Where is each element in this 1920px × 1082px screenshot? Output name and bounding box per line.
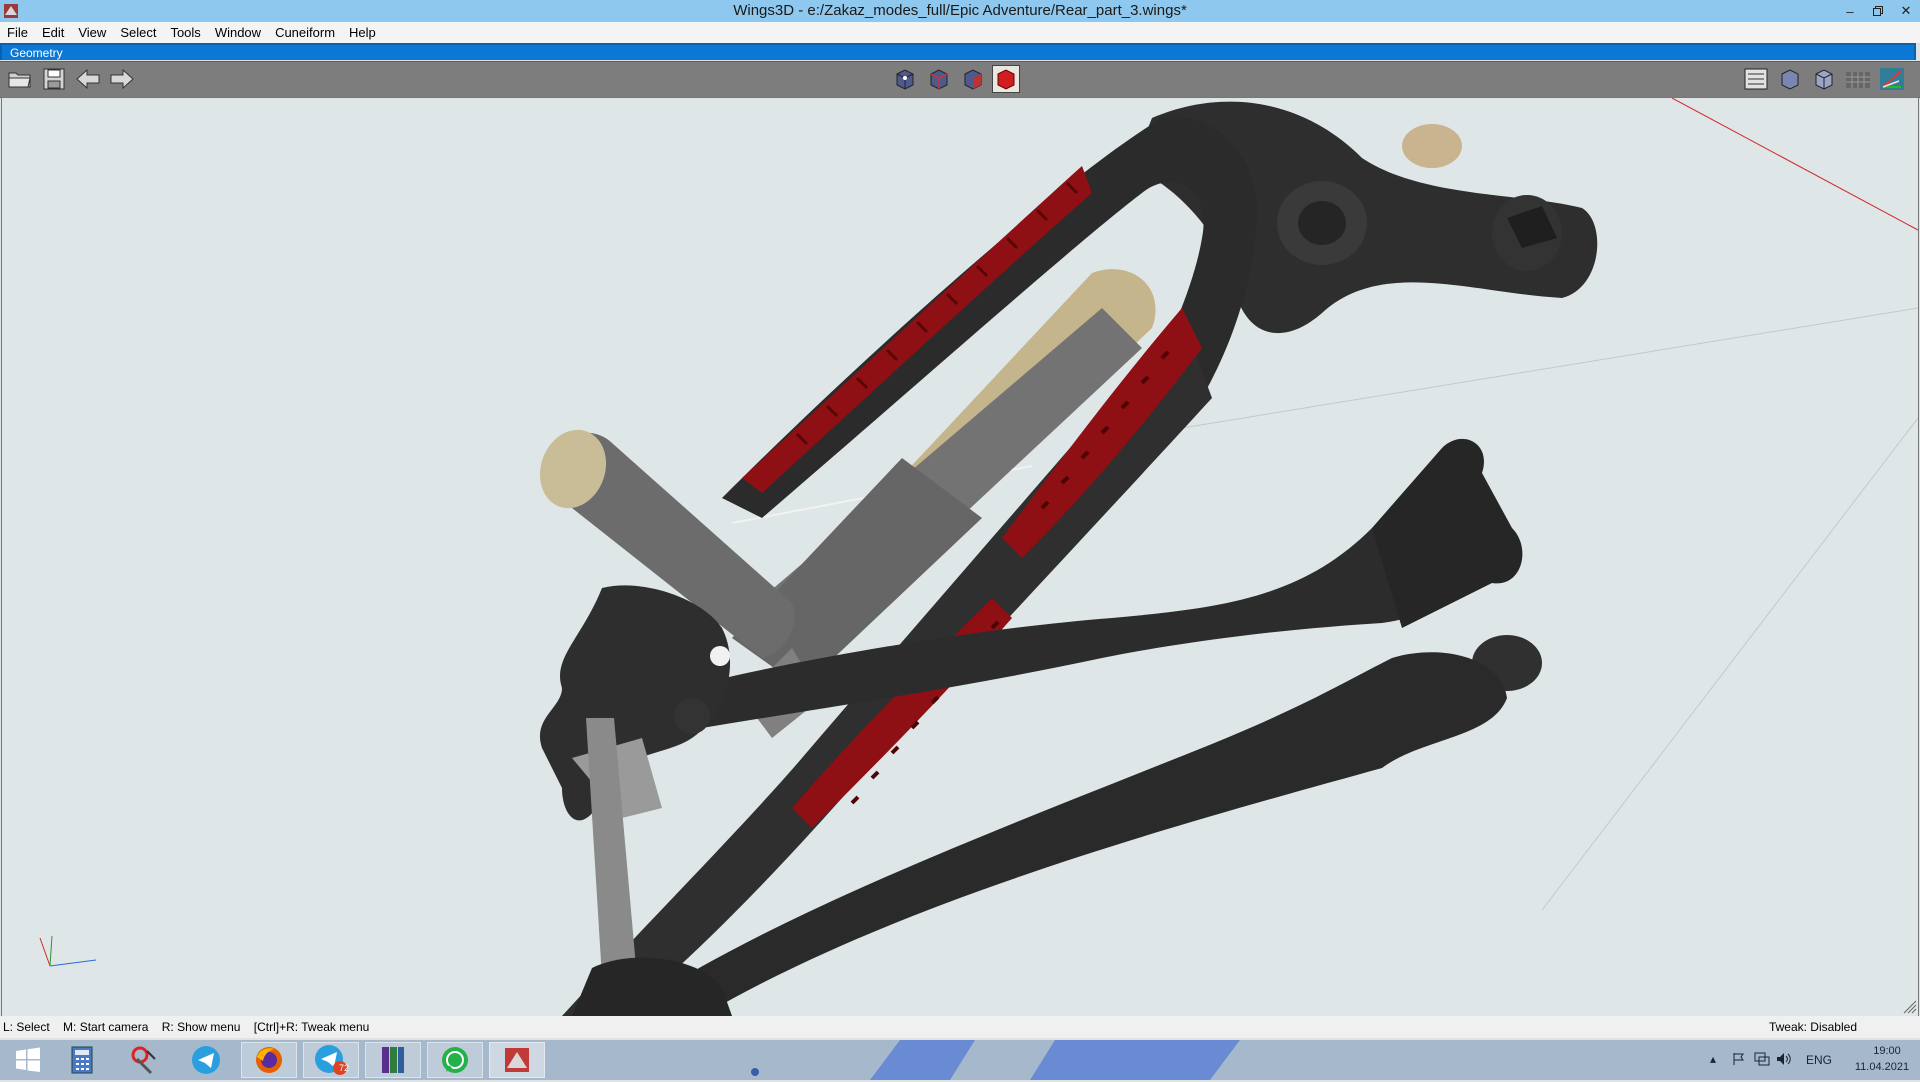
system-tray: ▴ ENG 19:00 11.04.2021: [1710, 1040, 1920, 1080]
title-bar: Wings3D - e:/Zakaz_modes_full/Epic Adven…: [0, 0, 1920, 22]
wings3d-icon[interactable]: [3, 3, 19, 19]
winrar-icon[interactable]: [365, 1042, 421, 1078]
tweak-status: Tweak: Disabled: [1768, 1020, 1857, 1034]
firefox-icon[interactable]: [241, 1042, 297, 1078]
ground-grid-icon[interactable]: [1844, 65, 1872, 93]
menu-help[interactable]: Help: [342, 22, 383, 43]
window-title: Wings3D - e:/Zakaz_modes_full/Epic Adven…: [733, 2, 1187, 19]
x-axis-line: [1671, 98, 1918, 231]
paint-tool-icon[interactable]: [116, 1042, 172, 1078]
menu-view[interactable]: View: [71, 22, 113, 43]
tray-expand-icon[interactable]: ▴: [1710, 1052, 1716, 1066]
undo-arrow-icon[interactable]: [74, 65, 102, 93]
redo-arrow-icon[interactable]: [108, 65, 136, 93]
menu-select[interactable]: Select: [113, 22, 163, 43]
toolbar: [0, 61, 1920, 98]
telegram-unread-badge: 72: [339, 1063, 350, 1073]
windows-start-icon[interactable]: [0, 1042, 56, 1078]
clock-time[interactable]: 19:00: [1862, 1045, 1912, 1057]
telegram-badge-icon[interactable]: 72: [303, 1042, 359, 1078]
geometry-viewport[interactable]: [1, 97, 1919, 1017]
menu-cuneiform[interactable]: Cuneiform: [268, 22, 342, 43]
restore-icon[interactable]: [1864, 0, 1892, 22]
dropout-bracket: [539, 585, 731, 821]
status-hint-right: R: Show menu: [161, 1020, 241, 1034]
flag-icon[interactable]: [1732, 1052, 1746, 1066]
status-hint-middle: M: Start camera: [63, 1020, 149, 1034]
axes-icon[interactable]: [1878, 65, 1906, 93]
geometry-window-title[interactable]: Geometry: [0, 43, 1916, 60]
window-controls: – ✕: [1836, 0, 1920, 22]
bike-frame-3d-model: [39, 98, 1918, 1016]
menu-edit[interactable]: Edit: [35, 22, 71, 43]
minimize-icon[interactable]: –: [1836, 0, 1864, 22]
face-select-icon[interactable]: [959, 65, 987, 93]
calculator-icon[interactable]: [54, 1042, 110, 1078]
axis-gizmo: [39, 935, 97, 967]
volume-icon[interactable]: [1776, 1052, 1792, 1066]
open-folder-icon[interactable]: [6, 65, 34, 93]
status-bar: L: Select M: Start camera R: Show menu […: [0, 1016, 1920, 1038]
network-icon[interactable]: [1754, 1052, 1770, 1066]
menu-file[interactable]: File: [0, 22, 35, 43]
clock-date[interactable]: 11.04.2021: [1852, 1061, 1912, 1073]
resize-grip-icon[interactable]: [1903, 1000, 1917, 1014]
menu-window[interactable]: Window: [208, 22, 268, 43]
grid-guide-line: [1541, 417, 1918, 911]
smooth-shading-icon[interactable]: [1776, 65, 1804, 93]
edge-select-icon[interactable]: [925, 65, 953, 93]
outliner-icon[interactable]: [1742, 65, 1770, 93]
flat-shading-icon[interactable]: [1810, 65, 1838, 93]
menu-bar: File Edit View Select Tools Window Cunei…: [0, 22, 1920, 43]
windows-taskbar: 72 ▴ ENG 19:00 11.04.2021: [0, 1040, 1920, 1080]
vertex-select-icon[interactable]: [891, 65, 919, 93]
close-icon[interactable]: ✕: [1892, 0, 1920, 22]
wings3d-taskbar-icon[interactable]: [489, 1042, 545, 1078]
status-hint-left: L: Select: [3, 1020, 50, 1034]
menu-tools[interactable]: Tools: [163, 22, 207, 43]
telegram-icon[interactable]: [178, 1042, 234, 1078]
status-hint-ctrl: [Ctrl]+R: Tweak menu: [253, 1020, 370, 1034]
body-select-icon[interactable]: [992, 65, 1020, 93]
status-hints: L: Select M: Start camera R: Show menu […: [3, 1016, 369, 1038]
language-indicator[interactable]: ENG: [1806, 1053, 1832, 1067]
save-disk-icon[interactable]: [40, 65, 68, 93]
whatsapp-icon[interactable]: [427, 1042, 483, 1078]
